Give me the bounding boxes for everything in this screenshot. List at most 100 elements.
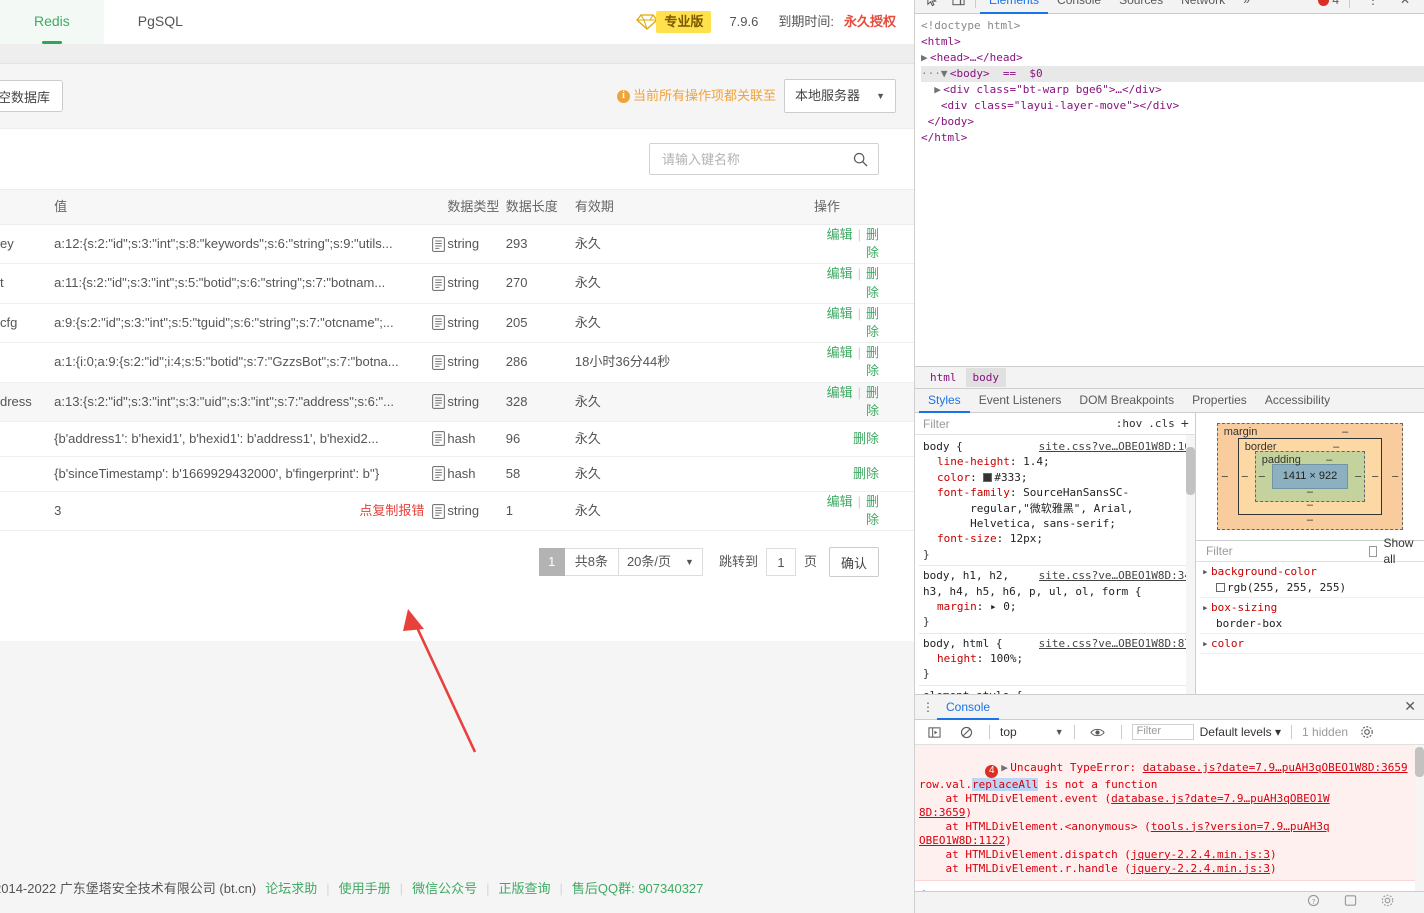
edit-link[interactable]: 编辑	[827, 306, 853, 321]
margin-left-value[interactable]: –	[1222, 469, 1228, 484]
dom-line-doctype[interactable]: <!doctype html>	[921, 18, 1424, 34]
cls-toggle-button[interactable]: .cls	[1148, 416, 1175, 431]
padding-bottom-value[interactable]: –	[1307, 485, 1313, 500]
css-declaration[interactable]: margin: ▸ 0;	[923, 599, 1191, 614]
padding-top-value[interactable]: –	[1326, 453, 1332, 468]
devtools-tab-more[interactable]: »	[1234, 0, 1259, 14]
breadcrumb-html[interactable]: html	[923, 368, 964, 387]
copy-icon[interactable]	[432, 431, 446, 447]
page-size-select[interactable]: 20条/页 ▼	[618, 548, 703, 577]
css-rule[interactable]: site.css?ve…OBEO1W8D:10 body {line-height…	[919, 437, 1195, 567]
jump-confirm-button[interactable]: 确认	[828, 547, 879, 578]
footer-link-license-check[interactable]: 正版查询	[498, 880, 550, 898]
box-model-margin[interactable]: margin – – – – border – – – – padding – …	[1216, 423, 1404, 531]
stack-link-3[interactable]: jquery-2.2.4.min.js:3	[1131, 862, 1270, 875]
breadcrumb-body[interactable]: body	[965, 367, 1006, 388]
table-row[interactable]: ey a:12:{s:2:"id";s:3:"int";s:8:"keywords…	[0, 224, 914, 265]
css-rule-source[interactable]: site.css?ve…OBEO1W8D:87	[1039, 636, 1191, 651]
footer-link-forum[interactable]: 论坛求助	[265, 880, 317, 898]
search-icon[interactable]	[853, 152, 868, 167]
table-row[interactable]: {b'sinceTimestamp': b'1669929432000', b'…	[0, 456, 914, 492]
delete-link[interactable]: 删除	[866, 306, 879, 339]
color-swatch[interactable]	[1215, 582, 1225, 592]
computed-property[interactable]: ▸ color	[1199, 634, 1424, 655]
copy-icon[interactable]	[432, 394, 446, 410]
console-error-source-link[interactable]: database.js?date=7.9…puAH3qOBEO1W8D:3659	[1143, 761, 1408, 774]
delete-link[interactable]: 删除	[853, 466, 879, 481]
server-select[interactable]: 本地服务器 ▼	[784, 79, 896, 113]
expand-triangle-icon[interactable]: ▸	[1202, 636, 1211, 651]
css-rule-selector[interactable]: element.style {	[923, 689, 1022, 694]
error-count-badge[interactable]: 4	[1318, 0, 1339, 9]
search-box[interactable]	[649, 143, 879, 175]
delete-link[interactable]: 删除	[866, 266, 879, 299]
drawer-menu-icon[interactable]: ⋮	[919, 699, 937, 716]
computed-filter-input[interactable]	[1203, 543, 1363, 560]
devtools-tab-network[interactable]: Network	[1172, 0, 1234, 14]
styles-tab-accessibility[interactable]: Accessibility	[1256, 388, 1339, 413]
collapse-triangle-icon[interactable]: ▼	[941, 66, 950, 82]
devtools-tab-console[interactable]: Console	[1048, 0, 1110, 14]
css-declaration[interactable]: height: 100%;	[923, 651, 1191, 666]
dom-line-head[interactable]: ▶ <head>…</head>	[921, 50, 1424, 66]
css-rule-selector[interactable]: body, html {	[923, 637, 1002, 650]
bottombar-icon-3[interactable]	[1381, 894, 1394, 911]
table-row[interactable]: a:1:{i:0;a:9:{s:2:"id";i:4;s:5:"botid";s…	[0, 342, 914, 383]
styles-tab-event-listeners[interactable]: Event Listeners	[970, 388, 1071, 413]
box-model-padding[interactable]: padding – – – – 1411 × 922	[1254, 451, 1366, 503]
table-row[interactable]: t a:11:{s:2:"id";s:3:"int";s:5:"botid";s:…	[0, 263, 914, 304]
edit-link[interactable]: 编辑	[827, 345, 853, 360]
padding-right-value[interactable]: –	[1355, 469, 1361, 484]
expand-triangle-icon[interactable]: ▶	[1001, 761, 1010, 775]
dom-line-html-close[interactable]: </html>	[921, 130, 1424, 146]
footer-link-manual[interactable]: 使用手册	[339, 880, 391, 898]
css-rule[interactable]: site.css?ve…OBEO1W8D:87 body, html {heigh…	[919, 634, 1195, 686]
console-filter-input[interactable]: Filter	[1131, 724, 1194, 740]
console-settings-gear-icon[interactable]	[1354, 719, 1380, 745]
console-context-select[interactable]: top ▼	[1000, 724, 1064, 741]
dom-line-body-close[interactable]: </body>	[921, 114, 1424, 130]
edit-link[interactable]: 编辑	[827, 266, 853, 281]
table-row[interactable]: {b'address1': b'hexid1', b'hexid1': b'ad…	[0, 421, 914, 457]
border-right-value[interactable]: –	[1372, 469, 1378, 484]
clear-database-button[interactable]: 清空数据库	[0, 80, 64, 112]
device-toolbar-icon[interactable]	[945, 0, 971, 14]
console-scroll-thumb[interactable]	[1415, 747, 1424, 777]
dom-line-div1[interactable]: ▶ <div class="bt-warp bge6">…</div>	[921, 82, 1424, 98]
styles-tab-dom-breakpoints[interactable]: DOM Breakpoints	[1070, 388, 1183, 413]
page-1-button[interactable]: 1	[538, 548, 565, 577]
clear-console-icon[interactable]	[953, 719, 979, 745]
console-sidebar-icon[interactable]	[921, 719, 947, 745]
tab-redis[interactable]: Redis	[0, 0, 104, 44]
css-rule[interactable]: site.css?ve…OBEO1W8D:34 body, h1, h2, h3, …	[919, 566, 1195, 634]
delete-link[interactable]: 删除	[866, 494, 879, 527]
css-rule-source[interactable]: site.css?ve…OBEO1W8D:10	[1039, 439, 1191, 454]
copy-icon[interactable]	[432, 236, 446, 252]
stack-link-2[interactable]: jquery-2.2.4.min.js:3	[1131, 848, 1270, 861]
inspect-element-icon[interactable]	[919, 0, 945, 14]
bottombar-icon-2[interactable]	[1344, 894, 1357, 911]
jump-page-input[interactable]	[765, 548, 796, 577]
drawer-tab-console[interactable]: Console	[937, 694, 999, 720]
styles-scrollbar[interactable]	[1185, 435, 1195, 694]
console-prompt[interactable]: ›	[915, 881, 1424, 892]
footer-qq-group[interactable]: 售后QQ群: 907340327	[572, 880, 704, 898]
copy-icon[interactable]	[432, 276, 446, 292]
console-error-entry[interactable]: 4 ▶ Uncaught TypeError: database.js?date=7…	[915, 745, 1424, 881]
delete-link[interactable]: 删除	[853, 431, 879, 446]
css-rule-selector[interactable]: body {	[923, 440, 963, 453]
devtools-settings-icon[interactable]: ⋮	[1360, 0, 1386, 14]
computed-property[interactable]: ▸ box-sizing border-box	[1199, 598, 1424, 634]
show-all-checkbox[interactable]	[1368, 545, 1378, 557]
css-declaration[interactable]: line-height: 1.4;	[923, 454, 1191, 469]
styles-filter-input[interactable]	[921, 415, 1110, 432]
console-scrollbar[interactable]	[1415, 745, 1424, 891]
expand-triangle-icon[interactable]: ▸	[1202, 600, 1211, 615]
devtools-tab-elements[interactable]: Elements	[980, 0, 1048, 14]
devtools-close-icon[interactable]: ✕	[1392, 0, 1418, 14]
edit-link[interactable]: 编辑	[827, 385, 853, 400]
margin-right-value[interactable]: –	[1392, 469, 1398, 484]
edit-link[interactable]: 编辑	[827, 494, 853, 509]
devtools-tab-sources[interactable]: Sources	[1110, 0, 1172, 14]
color-swatch[interactable]	[983, 472, 993, 482]
